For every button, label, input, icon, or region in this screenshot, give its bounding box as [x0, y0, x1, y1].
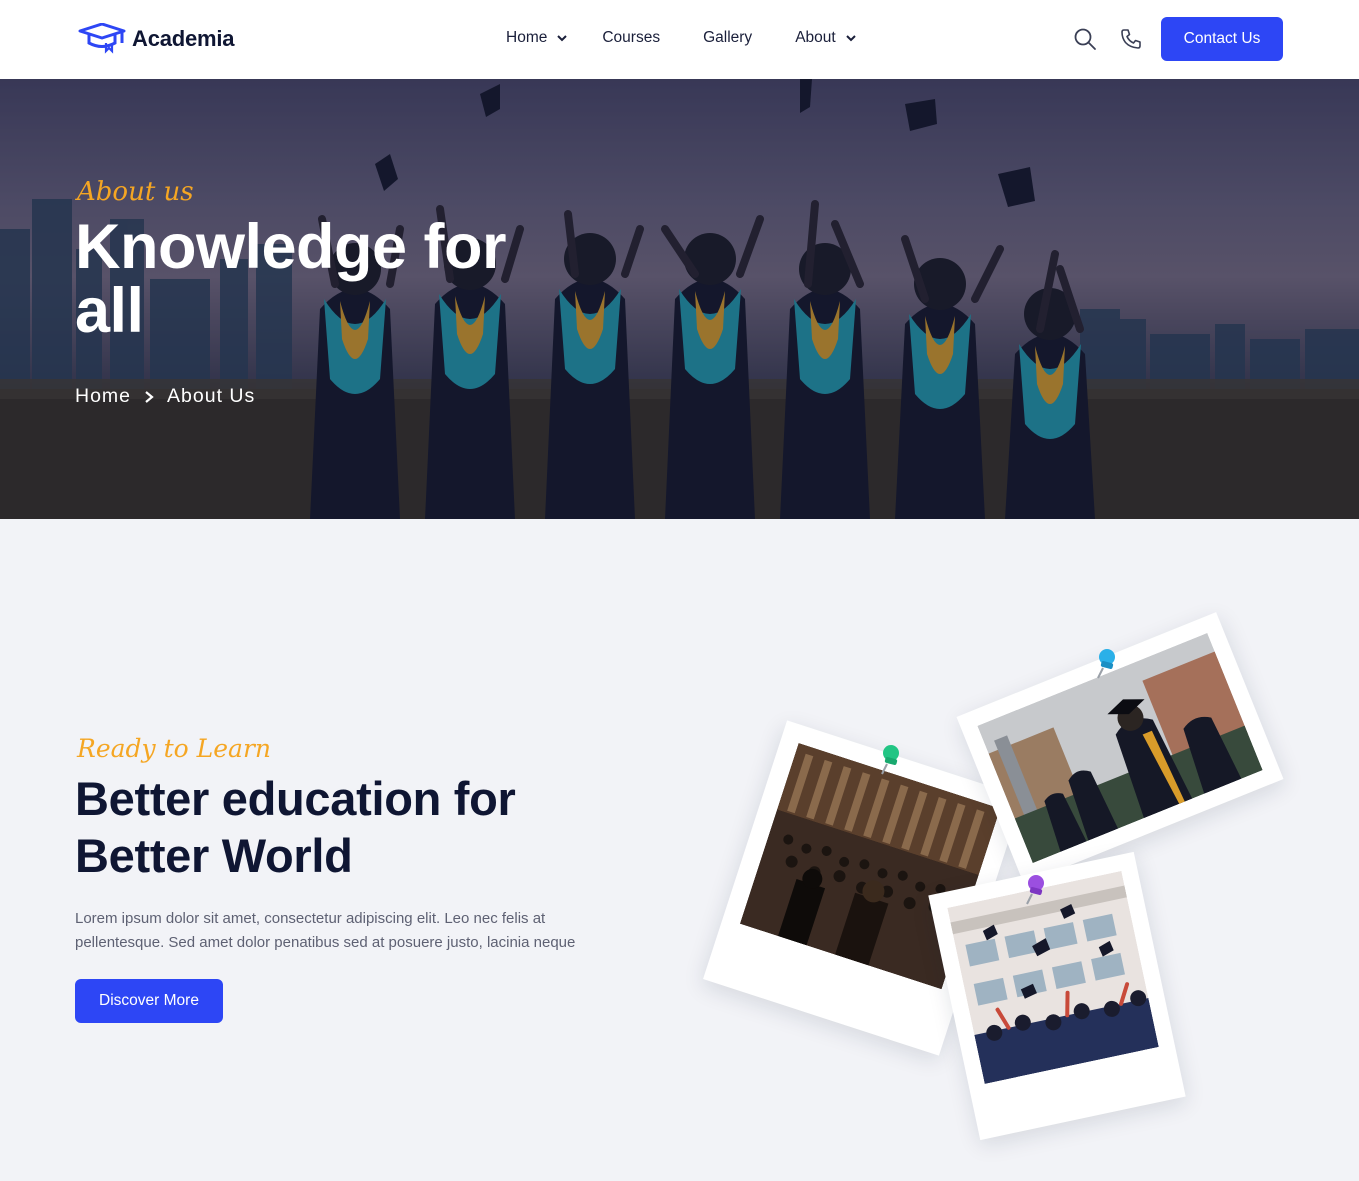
search-icon[interactable] [1073, 27, 1097, 51]
section-description: Lorem ipsum dolor sit amet, consectetur … [75, 910, 576, 951]
graduates-image [977, 632, 1263, 864]
nav-item-courses[interactable]: Courses [602, 29, 660, 47]
hero-subtitle: About us [77, 177, 194, 207]
main-nav: Home Courses Gallery About [506, 29, 857, 47]
gallery-photo-caps [928, 851, 1186, 1141]
nav-item-home[interactable]: Home [506, 29, 568, 47]
chevron-down-icon [557, 35, 568, 42]
discover-more-button[interactable]: Discover More [75, 979, 223, 1023]
logo-text: Academia [132, 26, 235, 51]
nav-item-label: Courses [602, 29, 661, 46]
phone-icon[interactable] [1119, 27, 1143, 51]
pin-purple-icon [1026, 875, 1044, 905]
nav-item-label: Gallery [703, 29, 753, 46]
chevron-right-icon [145, 390, 154, 403]
contact-us-button[interactable]: Contact Us [1161, 17, 1283, 61]
chevron-down-icon [845, 35, 856, 42]
hero-banner: About us Knowledge for all Home About Us [0, 79, 1359, 519]
nav-item-gallery[interactable]: Gallery [703, 29, 752, 47]
caps-image [947, 870, 1159, 1084]
nav-item-about[interactable]: About [795, 29, 857, 47]
section-title: Better education for Better World [75, 772, 516, 882]
breadcrumb: Home About Us [75, 385, 255, 408]
nav-item-label: About [795, 29, 836, 46]
hero-title: Knowledge for all [75, 212, 507, 346]
logo[interactable]: Academia [78, 23, 235, 55]
site-header: Academia Home Courses Gallery About Cont… [0, 0, 1359, 79]
pin-green-icon [881, 745, 899, 775]
breadcrumb-current: About Us [167, 385, 256, 407]
breadcrumb-home-link[interactable]: Home [75, 385, 131, 408]
pin-blue-icon [1097, 649, 1115, 679]
header-icons [1073, 27, 1143, 51]
section-subtitle: Ready to Learn [77, 734, 271, 763]
graduation-cap-icon [78, 23, 126, 54]
nav-item-label: Home [506, 29, 548, 46]
